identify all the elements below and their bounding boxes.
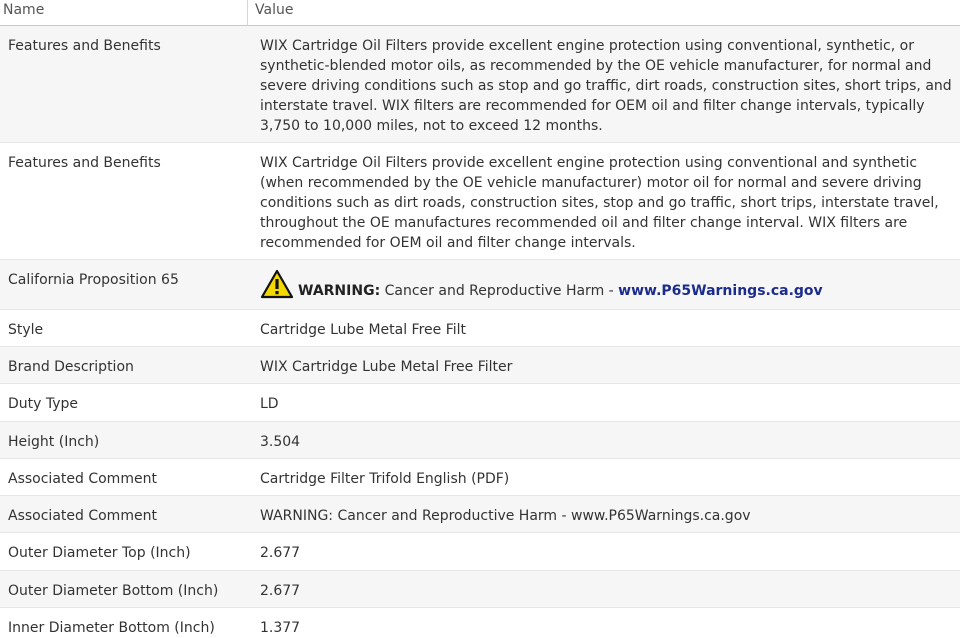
table-row: Associated Comment WARNING: Cancer and R… [0, 496, 960, 533]
row-value: 2.677 [260, 545, 301, 561]
row-name: Features and Benefits [8, 155, 161, 171]
table-row: Inner Diameter Bottom (Inch) 1.377 [0, 608, 960, 636]
warning-triangle-icon [260, 269, 294, 299]
row-value: 2.677 [260, 583, 301, 599]
table-row: Outer Diameter Bottom (Inch) 2.677 [0, 571, 960, 608]
row-name: Associated Comment [8, 508, 157, 524]
table-row: Features and Benefits WIX Cartridge Oil … [0, 143, 960, 260]
row-value: WIX Cartridge Oil Filters provide excell… [260, 155, 939, 251]
row-name: Associated Comment [8, 471, 157, 487]
column-header-name[interactable]: Name [3, 2, 44, 18]
row-name: Height (Inch) [8, 434, 100, 450]
row-name: Outer Diameter Top (Inch) [8, 545, 191, 561]
row-name: Inner Diameter Bottom (Inch) [8, 620, 215, 636]
row-value: WARNING: Cancer and Reproductive Harm - … [260, 508, 751, 524]
row-value: WIX Cartridge Oil Filters provide excell… [260, 38, 952, 134]
p65-warnings-link[interactable]: www.P65Warnings.ca.gov [618, 283, 823, 299]
column-header-value[interactable]: Value [255, 2, 293, 18]
table-header: Name Value [0, 0, 960, 26]
table-row: Brand Description WIX Cartridge Lube Met… [0, 347, 960, 384]
table-row: Features and Benefits WIX Cartridge Oil … [0, 26, 960, 143]
warning-message: Cancer and Reproductive Harm - [380, 283, 619, 299]
warning-text: WARNING: Cancer and Reproductive Harm - … [298, 281, 823, 301]
table-row: Height (Inch) 3.504 [0, 422, 960, 459]
table-row: Outer Diameter Top (Inch) 2.677 [0, 533, 960, 571]
row-name: Features and Benefits [8, 38, 161, 54]
table-row: Duty Type LD [0, 384, 960, 422]
table-row: California Proposition 65 WARNING: Cance… [0, 260, 960, 310]
row-name: Outer Diameter Bottom (Inch) [8, 583, 219, 599]
table-row: Style Cartridge Lube Metal Free Filt [0, 310, 960, 347]
prop65-warning: WARNING: Cancer and Reproductive Harm - … [260, 267, 952, 301]
row-name: Duty Type [8, 396, 79, 412]
row-name: Brand Description [8, 359, 134, 375]
row-value: Cartridge Lube Metal Free Filt [260, 322, 467, 338]
table-row: Associated Comment Cartridge Filter Trif… [0, 459, 960, 496]
warning-label: WARNING: [298, 283, 381, 299]
row-value: LD [260, 396, 279, 412]
row-name: Style [8, 322, 44, 338]
row-value: WIX Cartridge Lube Metal Free Filter [260, 359, 513, 375]
column-divider[interactable] [247, 0, 248, 25]
row-name: California Proposition 65 [8, 272, 179, 288]
row-value: Cartridge Filter Trifold English (PDF) [260, 471, 510, 487]
row-value: 1.377 [260, 620, 301, 636]
row-value: 3.504 [260, 434, 301, 450]
